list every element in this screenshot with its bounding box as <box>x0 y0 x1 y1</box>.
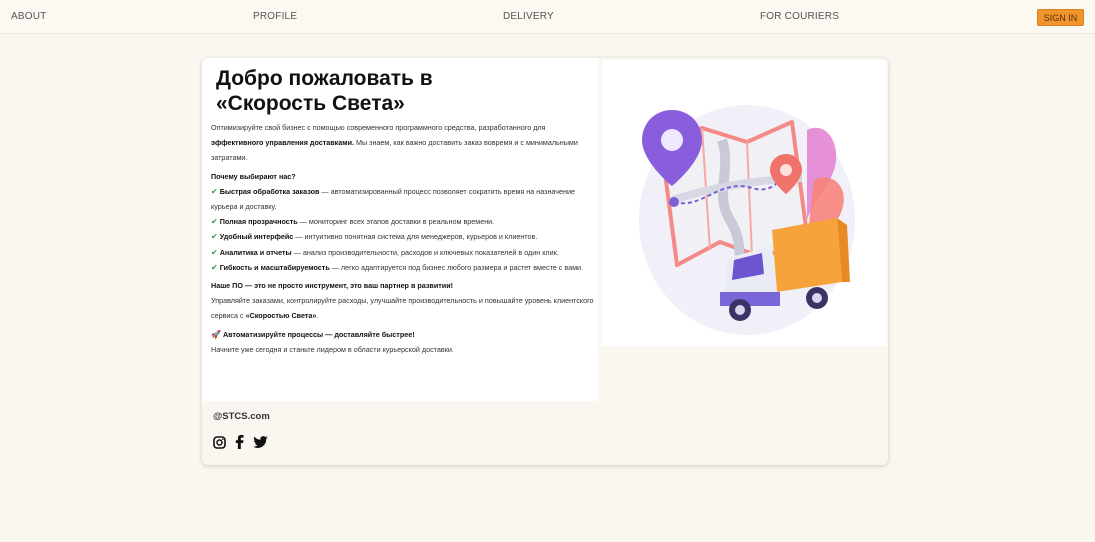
feature-title: Удобный интерфейс <box>219 232 294 242</box>
rocket-icon: 🚀 <box>211 329 221 339</box>
feature-title: Аналитика и отчеты <box>219 247 292 257</box>
feature-title: Быстрая обработка заказов <box>219 186 320 196</box>
feature-item: ✔ Гибкость и масштабируемость — легко ада… <box>211 260 597 275</box>
feature-title: Гибкость и масштабируемость <box>219 262 330 272</box>
twitter-icon[interactable] <box>253 436 268 448</box>
map-truck-illustration <box>639 105 855 335</box>
description-text: Оптимизируйте свой бизнес с помощью совр… <box>211 120 597 357</box>
check-icon: ✔ <box>211 247 218 257</box>
check-icon: ✔ <box>211 186 218 196</box>
sign-in-button[interactable]: SIGN IN <box>1037 9 1084 26</box>
feature-item: ✔ Удобный интерфейс — интуитивно понятная… <box>211 229 597 244</box>
feature-text: — мониторинг всех этапов доставки в реал… <box>297 217 495 227</box>
partner-text-b: . <box>316 311 319 321</box>
cta-paragraph: Начните уже сегодня и станьте лидером в … <box>211 344 454 354</box>
feature-title: Полная прозрачность <box>219 217 298 227</box>
social-links <box>213 435 268 449</box>
why-heading: Почему выбирают нас? <box>211 169 597 184</box>
cta-heading: 🚀 Автоматизируйте процессы — доставляйте … <box>211 327 597 342</box>
feature-text: — интуитивно понятная система для менедж… <box>293 232 538 242</box>
intro-text-bold: эффективного управления доставками. <box>211 138 355 148</box>
intro-text-a: Оптимизируйте свой бизнес с помощью совр… <box>211 123 546 132</box>
partner-text-bold: «Скоростью Света» <box>245 311 317 321</box>
partner-paragraph: Управляйте заказами, контролируйте расхо… <box>211 293 597 323</box>
partner-heading-text: Наше ПО — это не просто инструмент, это … <box>211 281 454 291</box>
delivery-illustration <box>602 60 886 346</box>
facebook-icon[interactable] <box>235 435 244 449</box>
check-icon: ✔ <box>211 232 218 242</box>
feature-item: ✔ Полная прозрачность — мониторинг всех э… <box>211 214 597 229</box>
title-line-1: Добро пожаловать в <box>216 67 433 90</box>
nav-delivery-link[interactable]: DELIVERY <box>503 11 554 22</box>
feature-item: ✔ Аналитика и отчеты — анализ производите… <box>211 245 597 260</box>
cta-heading-text: Автоматизируйте процессы — доставляйте б… <box>222 329 415 339</box>
why-heading-text: Почему выбирают нас? <box>211 171 296 181</box>
check-icon: ✔ <box>211 217 218 227</box>
feature-text: — легко адаптируется под бизнес любого р… <box>329 262 584 272</box>
nav-about-link[interactable]: ABOUT <box>11 11 46 22</box>
feature-item: ✔ Быстрая обработка заказов — автоматизир… <box>211 184 597 214</box>
text-panel: Добро пожаловать в «Скорость Света» Опти… <box>202 58 598 401</box>
title-line-2: «Скорость Света» <box>216 92 405 115</box>
nav-profile-link[interactable]: PROFILE <box>253 11 297 22</box>
site-domain: @STCS.com <box>213 411 270 422</box>
welcome-card: Добро пожаловать в «Скорость Света» Опти… <box>202 58 888 465</box>
partner-heading: Наше ПО — это не просто инструмент, это … <box>211 278 597 293</box>
instagram-icon[interactable] <box>213 435 226 449</box>
check-icon: ✔ <box>211 262 218 272</box>
page-title: Добро пожаловать в «Скорость Света» <box>216 66 596 116</box>
nav-for-couriers-link[interactable]: FOR COURIERS <box>760 11 839 22</box>
intro-paragraph: Оптимизируйте свой бизнес с помощью совр… <box>211 120 597 166</box>
top-navigation-bar: ABOUT PROFILE DELIVERY FOR COURIERS SIGN… <box>0 0 1095 34</box>
feature-text: — анализ производительности, расходов и … <box>291 247 559 257</box>
